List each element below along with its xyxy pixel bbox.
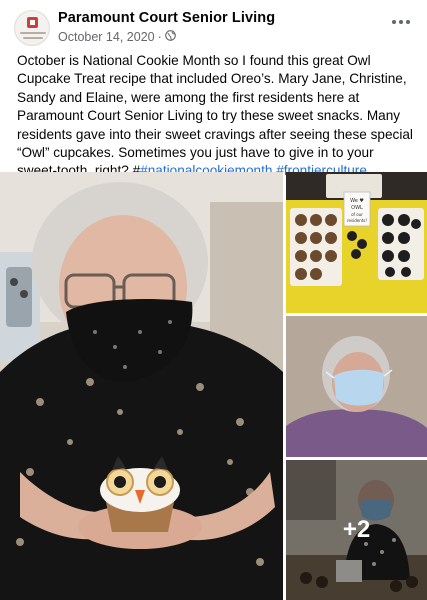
more-options-button[interactable] bbox=[387, 12, 415, 32]
more-options-dot bbox=[406, 20, 410, 24]
logo-text-line bbox=[20, 32, 46, 34]
photo-trays-image: We ♥ OWL of our residents! bbox=[286, 172, 427, 313]
photo-more[interactable]: +2 bbox=[286, 460, 427, 600]
photo-grid: We ♥ OWL of our residents! +2 bbox=[0, 172, 427, 600]
photo-main-image bbox=[0, 172, 283, 600]
svg-text:of our: of our bbox=[351, 212, 363, 217]
more-options-icon bbox=[392, 20, 396, 24]
post-meta: October 14, 2020 · bbox=[58, 30, 176, 44]
globe-icon bbox=[164, 30, 176, 44]
more-options-dot bbox=[399, 20, 403, 24]
post-header: Paramount Court Senior Living October 14… bbox=[0, 0, 427, 48]
meta-separator: · bbox=[157, 30, 162, 44]
photo-resident-blue-mask[interactable] bbox=[286, 316, 427, 457]
post-date[interactable]: October 14, 2020 bbox=[58, 30, 155, 44]
photo-trays[interactable]: We ♥ OWL of our residents! bbox=[286, 172, 427, 313]
post-body: October is National Cookie Month so I fo… bbox=[17, 52, 417, 181]
page-avatar[interactable] bbox=[14, 10, 50, 46]
photo-resident-blue-mask-image bbox=[286, 316, 427, 457]
logo-text-line bbox=[23, 37, 43, 39]
svg-text:residents!: residents! bbox=[347, 218, 367, 223]
post-body-text: October is National Cookie Month so I fo… bbox=[17, 53, 413, 179]
page-name-link[interactable]: Paramount Court Senior Living bbox=[58, 10, 275, 26]
more-photos-count: +2 bbox=[286, 460, 427, 600]
photo-main[interactable] bbox=[0, 172, 283, 600]
svg-text:OWL: OWL bbox=[351, 205, 363, 211]
logo-icon bbox=[27, 17, 38, 28]
svg-text:We ♥: We ♥ bbox=[350, 198, 364, 204]
